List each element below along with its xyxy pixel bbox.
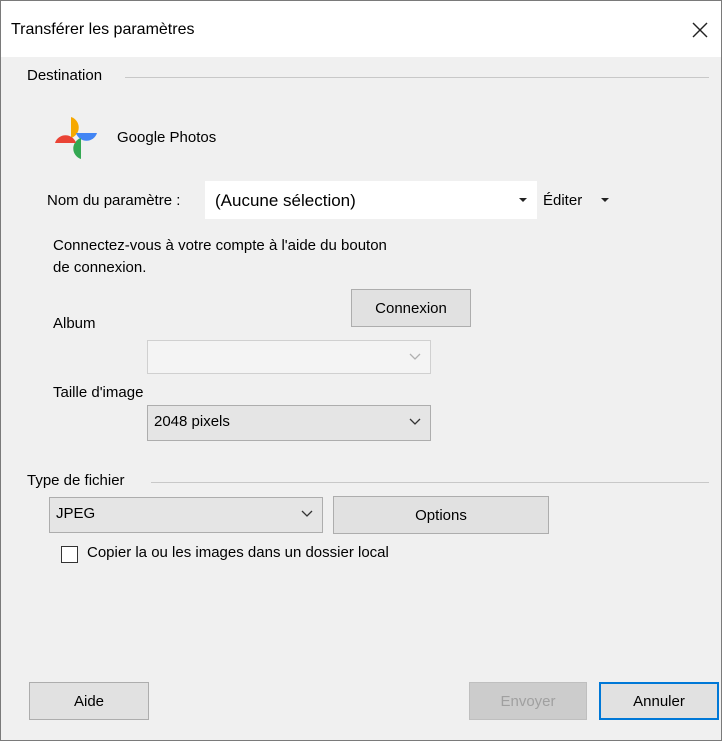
chevron-down-icon [408, 414, 422, 433]
file-type-value: JPEG [56, 505, 96, 522]
setting-name-select[interactable]: (Aucune sélection) [205, 181, 537, 219]
file-type-group-divider [151, 482, 709, 483]
dropdown-arrow-icon [519, 192, 527, 211]
copy-local-checkbox[interactable] [61, 546, 78, 563]
dialog-window: Transférer les paramètres Destination Go… [0, 0, 722, 741]
image-size-select[interactable]: 2048 pixels [147, 405, 431, 441]
connect-button[interactable]: Connexion [351, 289, 471, 327]
cancel-button-label: Annuler [633, 693, 685, 710]
destination-group-label: Destination [27, 67, 103, 84]
copy-local-label: Copier la ou les images dans un dossier … [87, 544, 389, 561]
service-name: Google Photos [117, 129, 217, 146]
image-size-label: Taille d'image [53, 384, 144, 401]
destination-group-divider [125, 77, 709, 78]
edit-label: Éditer [543, 192, 583, 209]
title-bar: Transférer les paramètres [1, 1, 721, 57]
close-icon [692, 22, 708, 38]
help-button[interactable]: Aide [29, 682, 149, 720]
options-button-label: Options [415, 507, 467, 524]
setting-name-label: Nom du paramètre : [47, 192, 181, 209]
google-photos-pinwheel-icon [51, 113, 101, 163]
chevron-down-icon [408, 349, 422, 368]
album-select[interactable] [147, 340, 431, 374]
send-button-label: Envoyer [500, 693, 556, 710]
album-label: Album [53, 315, 96, 332]
file-type-select[interactable]: JPEG [49, 497, 323, 533]
cancel-button[interactable]: Annuler [599, 682, 719, 720]
help-button-label: Aide [73, 693, 105, 710]
dropdown-arrow-icon [601, 192, 609, 211]
connect-instructions-line1: Connectez-vous à votre compte à l'aide d… [53, 237, 387, 254]
window-title: Transférer les paramètres [11, 21, 195, 38]
connect-button-label: Connexion [375, 300, 447, 317]
chevron-down-icon [300, 506, 314, 525]
options-button[interactable]: Options [333, 496, 549, 534]
connect-instructions-line2: de connexion. [53, 259, 147, 276]
image-size-value: 2048 pixels [154, 413, 230, 430]
send-button[interactable]: Envoyer [469, 682, 587, 720]
setting-name-value: (Aucune sélection) [215, 191, 356, 210]
close-button[interactable] [679, 9, 721, 53]
file-type-group-label: Type de fichier [27, 472, 125, 489]
edit-menu-button[interactable]: Éditer [541, 189, 617, 213]
